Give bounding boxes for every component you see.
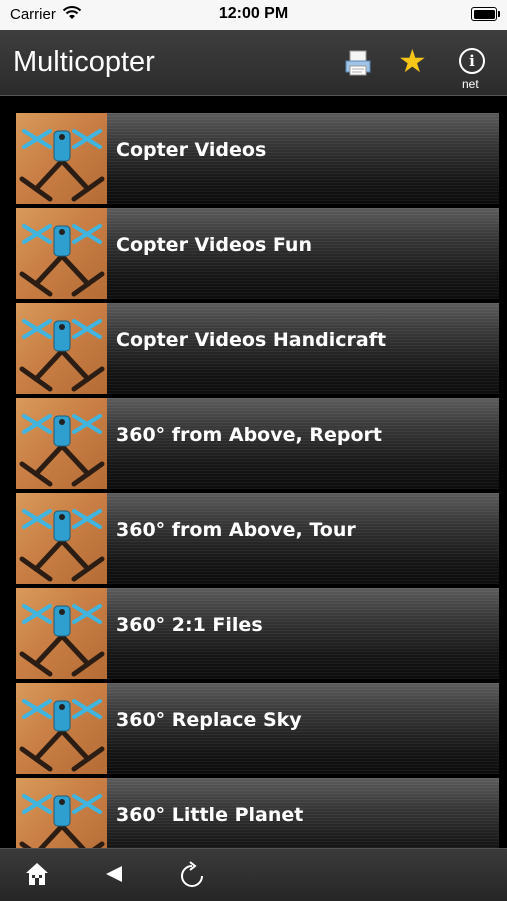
info-label: net	[462, 77, 479, 91]
list-item[interactable]: 360° 2:1 Files	[16, 588, 499, 679]
list-item-label: 360° 2:1 Files	[116, 614, 263, 636]
print-icon[interactable]	[344, 50, 372, 80]
list-item[interactable]: Copter Videos Handicraft	[16, 303, 499, 394]
list-item-label: Copter Videos Handicraft	[116, 329, 387, 351]
list-item[interactable]: 360° from Above, Report	[16, 398, 499, 489]
star-icon[interactable]: ★	[398, 45, 427, 77]
copter-thumbnail	[16, 778, 107, 848]
reload-icon[interactable]	[179, 861, 205, 893]
list-item-label: 360° Replace Sky	[116, 709, 302, 731]
copter-thumbnail	[16, 208, 107, 299]
list-item[interactable]: Copter Videos	[16, 113, 499, 204]
page-title: Multicopter	[13, 46, 155, 78]
copter-thumbnail	[16, 398, 107, 489]
copter-thumbnail	[16, 113, 107, 204]
bottom-toolbar	[0, 848, 507, 901]
video-list: Copter Videos Copter Videos Fun Copter V…	[16, 113, 499, 848]
list-item-label: 360° Little Planet	[116, 804, 304, 826]
list-item-label: 360° from Above, Report	[116, 424, 382, 446]
navigation-bar: Multicopter ★ i	[0, 30, 507, 96]
list-item[interactable]: 360° Little Planet	[16, 778, 499, 848]
clock: 12:00 PM	[218, 5, 289, 22]
info-icon[interactable]: i	[459, 48, 485, 74]
list-item[interactable]: 360° from Above, Tour	[16, 493, 499, 584]
copter-thumbnail	[16, 493, 107, 584]
list-item-label: 360° from Above, Tour	[116, 519, 356, 541]
home-icon[interactable]	[24, 861, 50, 891]
back-icon[interactable]	[104, 864, 124, 888]
list-item-label: Copter Videos	[116, 139, 267, 161]
copter-thumbnail	[16, 303, 107, 394]
status-bar: Carrier 12:00 PM	[0, 0, 507, 30]
list-item[interactable]: Copter Videos Fun	[16, 208, 499, 299]
list-item[interactable]: 360° Replace Sky	[16, 683, 499, 774]
list-item-label: Copter Videos Fun	[116, 234, 312, 256]
copter-thumbnail	[16, 683, 107, 774]
copter-thumbnail	[16, 588, 107, 679]
battery-icon	[471, 7, 500, 21]
